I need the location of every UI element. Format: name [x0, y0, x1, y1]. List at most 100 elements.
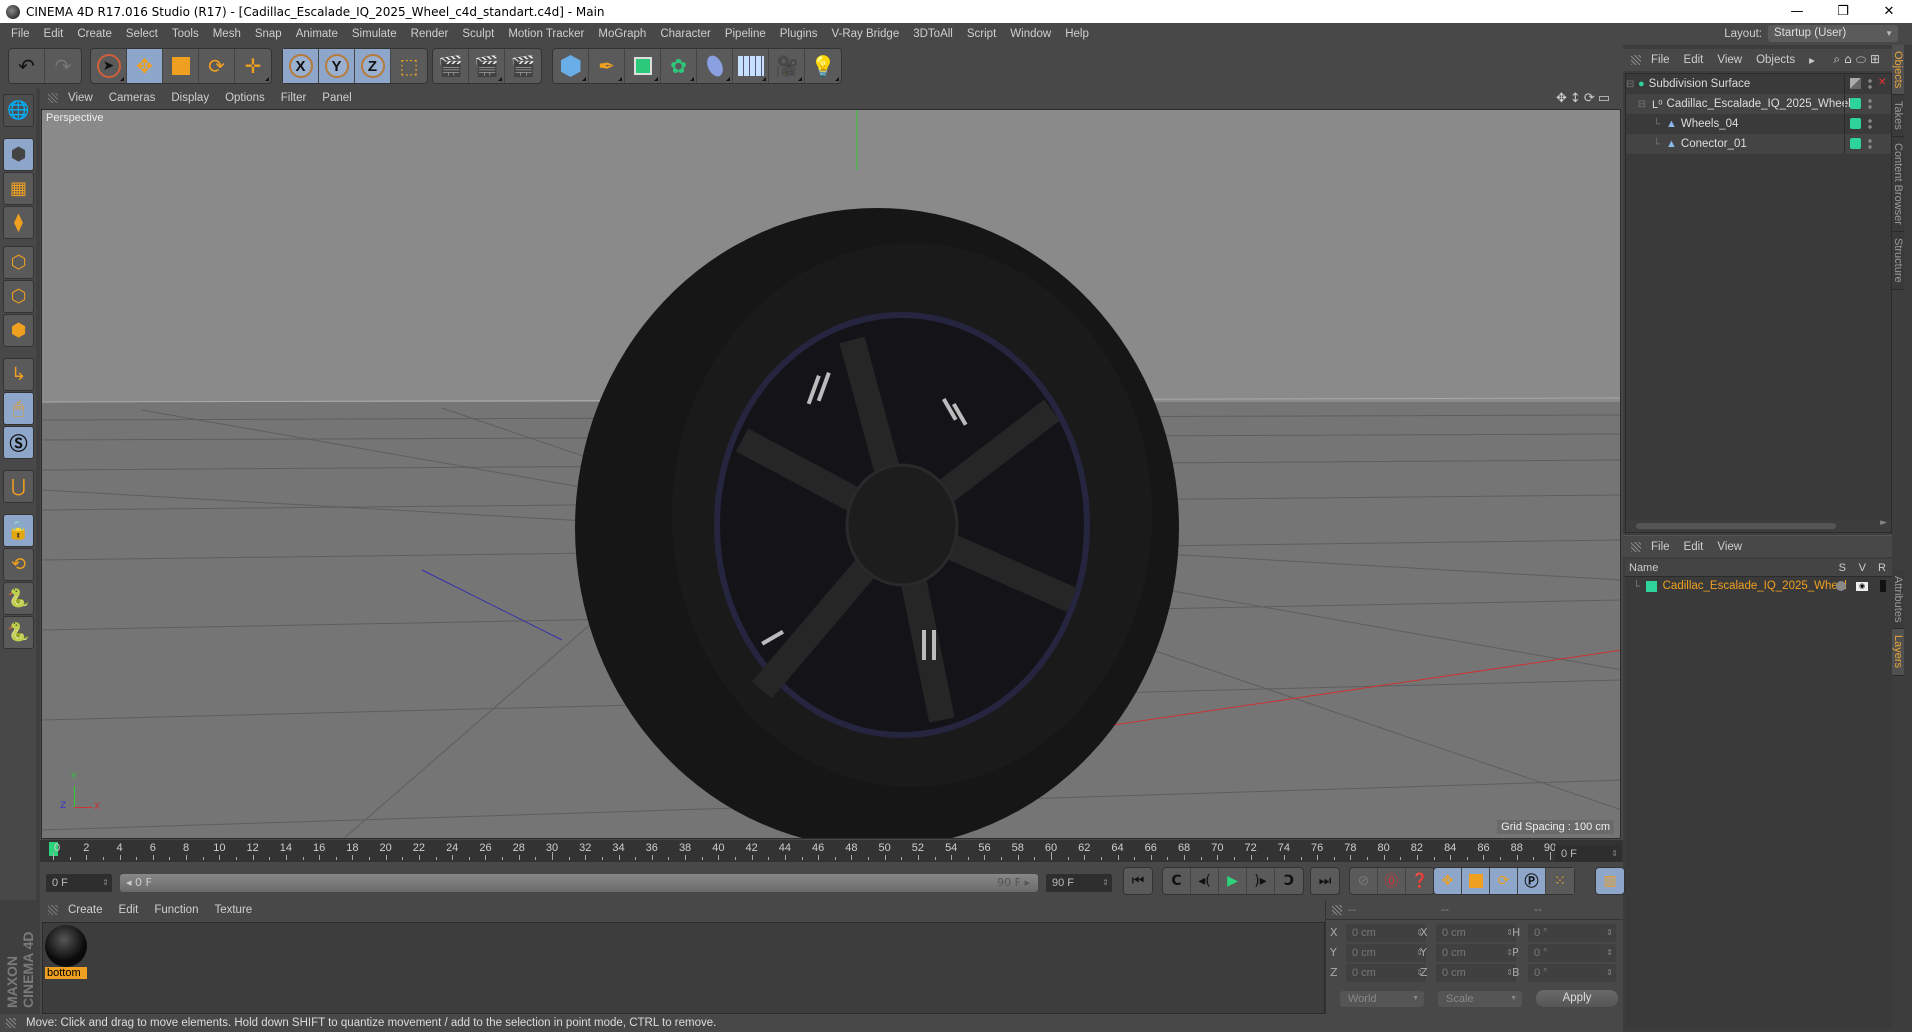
polygons-mode-button[interactable]: ⬢: [3, 314, 34, 347]
material-item[interactable]: bottom: [45, 925, 87, 981]
rotate-tool-button[interactable]: ⟳: [199, 49, 235, 83]
home-icon[interactable]: ⌂: [1844, 52, 1856, 66]
axis-mode-button[interactable]: ↳: [3, 358, 34, 391]
record-keys-button[interactable]: ⊘: [1350, 868, 1378, 894]
subdivision-tag-icon[interactable]: [1850, 78, 1861, 89]
column-solo[interactable]: S: [1839, 562, 1846, 574]
objects-menu-edit[interactable]: Edit: [1684, 54, 1704, 66]
scroll-right-icon[interactable]: ►: [1880, 518, 1887, 528]
spin-icon[interactable]: ⇕: [1606, 964, 1613, 982]
go-to-end-button[interactable]: ⏭: [1311, 868, 1339, 894]
render-settings-button[interactable]: 🎬: [505, 49, 541, 83]
spin-icon[interactable]: ⇕: [1606, 944, 1613, 962]
coord-field-rotation[interactable]: 0 ° ⇕: [1528, 964, 1616, 982]
coord-field-size[interactable]: 0 cm ⇕: [1436, 944, 1516, 962]
search-icon[interactable]: ⌕: [1833, 52, 1844, 66]
coord-field-size[interactable]: 0 cm ⇕: [1436, 964, 1516, 982]
object-row[interactable]: ⊟ ● Subdivision Surface ✕: [1626, 74, 1891, 94]
menu-edit[interactable]: Edit: [37, 28, 71, 40]
previous-frame-button[interactable]: ◂(: [1191, 868, 1219, 894]
scrollbar-thumb[interactable]: [1636, 523, 1836, 529]
menu-script[interactable]: Script: [960, 28, 1003, 40]
menu-simulate[interactable]: Simulate: [345, 28, 404, 40]
close-button[interactable]: ✕: [1866, 0, 1912, 23]
visibility-dots-icon[interactable]: [1868, 78, 1872, 90]
objects-menu-view[interactable]: View: [1717, 54, 1742, 66]
coord-mode-dropdown[interactable]: World ▼: [1340, 991, 1424, 1007]
objects-menu-file[interactable]: File: [1651, 54, 1670, 66]
magnet-button[interactable]: ⋃: [3, 470, 34, 503]
menu-help[interactable]: Help: [1058, 28, 1096, 40]
play-button[interactable]: ▶: [1219, 868, 1247, 894]
previous-key-button[interactable]: C: [1163, 868, 1191, 894]
layer-color-swatch[interactable]: [1645, 580, 1657, 592]
panel-grip[interactable]: [1631, 541, 1641, 552]
layers-menu-edit[interactable]: Edit: [1684, 541, 1704, 553]
side-tab-structure[interactable]: Structure: [1892, 231, 1904, 290]
more-menu-icon[interactable]: ▸: [1809, 53, 1815, 67]
column-render[interactable]: R: [1878, 562, 1886, 574]
coord-field-size[interactable]: 0 cm ⇕: [1436, 924, 1516, 942]
workplane-mode-button[interactable]: ⧫: [3, 206, 34, 239]
undo-button[interactable]: ↶: [9, 49, 45, 83]
panel-grip[interactable]: [1631, 55, 1641, 65]
eye-icon[interactable]: ⬭: [1856, 52, 1870, 66]
current-frame-field[interactable]: 0 F ⇕: [1555, 845, 1621, 863]
spin-icon[interactable]: ⇕: [1611, 845, 1618, 863]
menu-sculpt[interactable]: Sculpt: [455, 28, 501, 40]
material-menu-function[interactable]: Function: [154, 904, 198, 916]
timeline-window-button[interactable]: ▥: [1596, 868, 1624, 894]
texture-mode-button[interactable]: ▦: [3, 172, 34, 205]
material-menu-texture[interactable]: Texture: [214, 904, 252, 916]
scale-tool-button[interactable]: [163, 49, 199, 83]
x-axis-button[interactable]: X: [283, 49, 319, 83]
move-tool-button[interactable]: ✥: [127, 49, 163, 83]
key-pla-button[interactable]: ⁙: [1546, 868, 1574, 894]
viewport-nav-icons[interactable]: ✥↕⟳▭: [1556, 91, 1613, 106]
menu-motion-tracker[interactable]: Motion Tracker: [501, 28, 591, 40]
lock-workplane-button[interactable]: 🔒: [3, 514, 34, 547]
cloner-button[interactable]: ✿: [661, 49, 697, 83]
snap-button[interactable]: Ⓢ: [3, 426, 34, 459]
disabled-x-icon[interactable]: ✕: [1878, 77, 1886, 88]
coord-field-rotation[interactable]: 0 ° ⇕: [1528, 944, 1616, 962]
render-view-button[interactable]: 🎬: [433, 49, 469, 83]
object-row[interactable]: └ ▲ Wheels_04: [1626, 114, 1891, 134]
tweak-mode-button[interactable]: 🖱: [3, 392, 34, 425]
viewport-menu-panel[interactable]: Panel: [322, 92, 351, 104]
keyframe-selection-button[interactable]: ❓: [1406, 868, 1434, 894]
redo-button[interactable]: ↷: [45, 49, 81, 83]
start-frame-field[interactable]: 0 F ⇕: [46, 874, 112, 892]
panel-grip[interactable]: [48, 905, 58, 915]
frame-range-slider[interactable]: ◂ 0 F 90 F ▸: [120, 874, 1038, 892]
coordinate-system-button[interactable]: ⬚: [391, 49, 427, 83]
menu-animate[interactable]: Animate: [289, 28, 345, 40]
auto-keying-button[interactable]: ⓪: [1378, 868, 1406, 894]
layer-tag-icon[interactable]: [1850, 98, 1861, 109]
visibility-dots-icon[interactable]: [1868, 118, 1872, 130]
key-position-button[interactable]: ✥: [1434, 868, 1462, 894]
menu-select[interactable]: Select: [119, 28, 165, 40]
key-parameter-button[interactable]: Ⓟ: [1518, 868, 1546, 894]
timeline-ruler[interactable]: 0 2 4 6 8 10 12 14 16 18 20 22 24 26 28 30 32 34 36 38 40 42 4…: [40, 840, 1623, 862]
next-key-button[interactable]: Ɔ: [1275, 868, 1303, 894]
visibility-dots-icon[interactable]: [1868, 98, 1872, 110]
y-axis-button[interactable]: Y: [319, 49, 355, 83]
viewport-menu-filter[interactable]: Filter: [281, 92, 307, 104]
panel-grip[interactable]: [1332, 904, 1342, 915]
apply-button[interactable]: Apply: [1536, 990, 1618, 1007]
side-tab-content-browser[interactable]: Content Browser: [1892, 137, 1904, 232]
layout-dropdown[interactable]: Startup (User): [1768, 25, 1898, 42]
horizontal-scrollbar[interactable]: ►: [1626, 518, 1891, 532]
menu-window[interactable]: Window: [1003, 28, 1058, 40]
key-rotation-button[interactable]: ⟳: [1490, 868, 1518, 894]
visibility-dots-icon[interactable]: [1868, 138, 1872, 150]
new-window-icon[interactable]: ⊞: [1870, 52, 1884, 66]
menu-character[interactable]: Character: [653, 28, 718, 40]
edges-mode-button[interactable]: ⬡: [3, 280, 34, 313]
layer-row[interactable]: └ Cadillac_Escalade_IQ_2025_Wheel ◉: [1625, 577, 1892, 595]
collapse-toggle[interactable]: ⊟: [1626, 99, 1648, 110]
layers-menu-file[interactable]: File: [1651, 541, 1670, 553]
coord-field-position[interactable]: 0 cm ⇕: [1346, 964, 1426, 982]
render-toggle[interactable]: [1880, 580, 1886, 592]
